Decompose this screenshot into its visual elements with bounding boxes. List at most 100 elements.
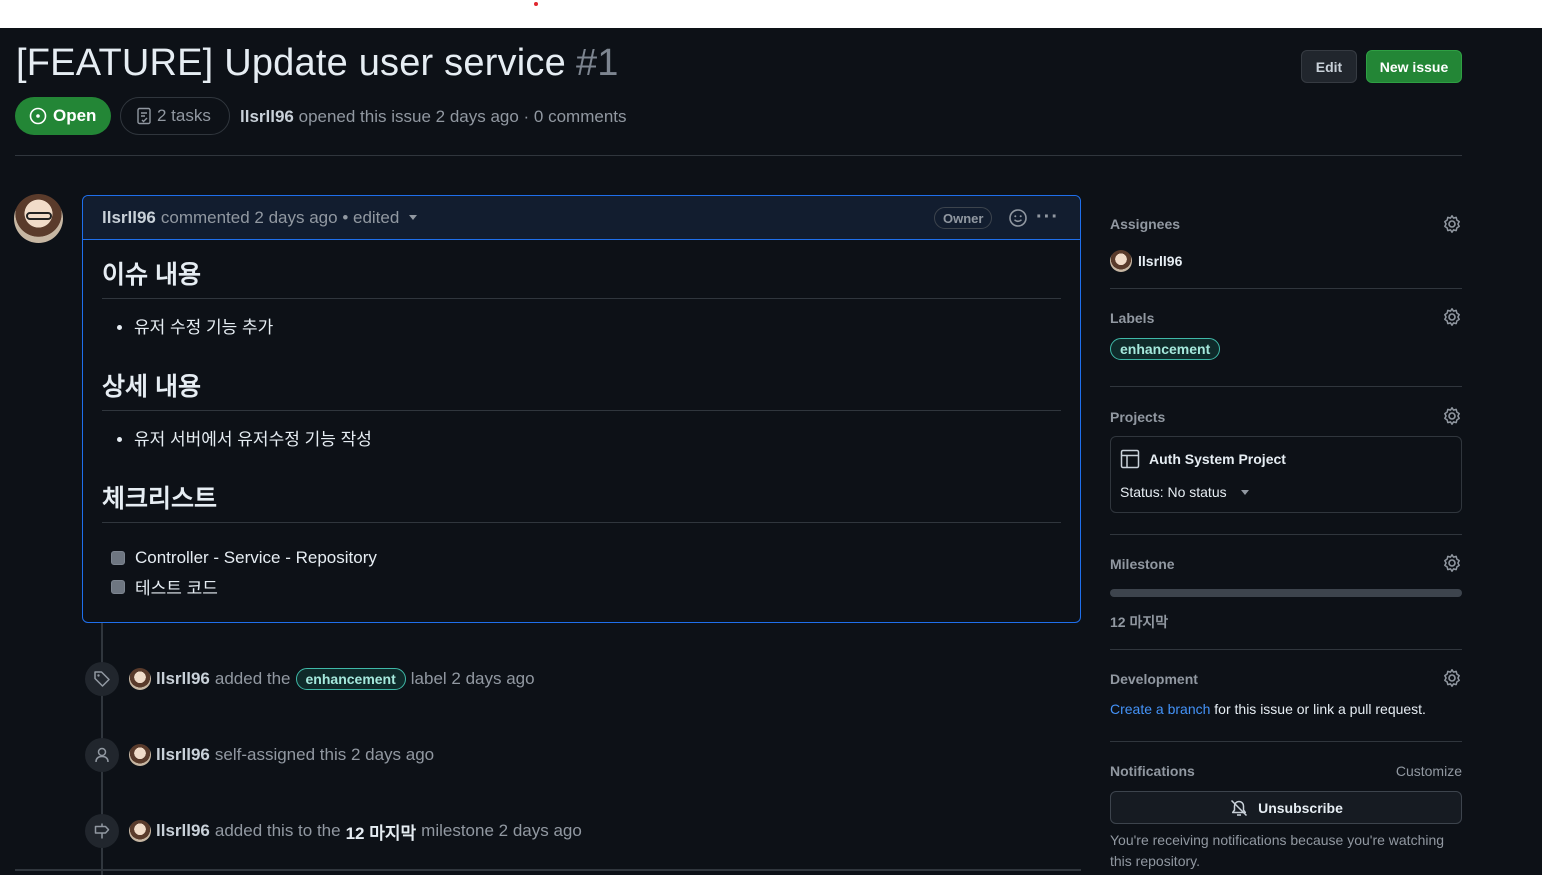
development-rest-text: for this issue or link a pull request. xyxy=(1214,701,1426,717)
milestone-link[interactable]: 12 마지막 xyxy=(346,819,417,844)
comment-header: llsrll96 commented 2 days ago • edited O… xyxy=(83,196,1080,240)
new-issue-button[interactable]: New issue xyxy=(1366,50,1462,83)
section-heading: 이슈 내용 xyxy=(102,240,1061,299)
task-checkbox[interactable] xyxy=(111,579,125,594)
event-user-link[interactable]: llsrll96 xyxy=(156,745,210,765)
unsubscribe-button[interactable]: Unsubscribe xyxy=(1110,791,1462,824)
table-icon xyxy=(1120,449,1140,469)
checklist-item: Controller - Service - Repository xyxy=(102,543,1061,572)
issue-title-text: [FEATURE] Update user service xyxy=(16,42,566,84)
header-divider xyxy=(15,155,1462,156)
comment-meta: commented 2 days ago • edited xyxy=(160,207,400,227)
timeline-event-milestone: llsrll96 added this to the 12 마지막 milest… xyxy=(85,814,582,848)
kebab-menu-icon[interactable]: ··· xyxy=(1036,207,1059,227)
development-section: Development Create a branch for this iss… xyxy=(1110,668,1462,717)
issue-author-link[interactable]: llsrll96 xyxy=(240,107,294,126)
avatar[interactable] xyxy=(129,820,151,842)
create-branch-link[interactable]: Create a branch xyxy=(1110,701,1210,717)
bullet-item: 유저 수정 기능 추가 xyxy=(134,313,1061,338)
comment-author-avatar[interactable] xyxy=(14,194,63,243)
labels-section: Labels enhancement xyxy=(1110,307,1462,360)
issue-number: #1 xyxy=(575,42,619,84)
tasks-pill[interactable]: 2 tasks xyxy=(120,97,230,135)
event-text: added the xyxy=(214,669,291,688)
unsubscribe-label: Unsubscribe xyxy=(1258,799,1343,816)
sidebar-divider xyxy=(1110,288,1462,289)
open-state-badge: Open xyxy=(15,97,111,135)
event-text: label 2 days ago xyxy=(410,669,535,688)
labels-title: Labels xyxy=(1110,310,1155,326)
bell-slash-icon xyxy=(1231,799,1248,816)
notification-reason-text: You're receiving notifications because y… xyxy=(1110,832,1445,869)
browser-top-strip xyxy=(0,0,1542,28)
project-name-row: Auth System Project xyxy=(1120,449,1452,469)
tasklist-icon xyxy=(137,107,151,125)
sidebar-divider xyxy=(1110,534,1462,535)
section-heading: 상세 내용 xyxy=(102,352,1061,411)
sidebar-divider xyxy=(1110,649,1462,650)
comment-body: 이슈 내용 유저 수정 기능 추가 상세 내용 유저 서버에서 유저수정 기능 … xyxy=(83,240,1080,601)
issue-open-icon xyxy=(29,107,47,125)
project-name: Auth System Project xyxy=(1149,451,1286,467)
gear-icon[interactable] xyxy=(1442,406,1462,426)
avatar[interactable] xyxy=(129,668,151,690)
issue-meta: llsrll96 opened this issue 2 days ago · … xyxy=(240,107,627,127)
sidebar-divider xyxy=(1110,386,1462,387)
sidebar-divider xyxy=(1110,741,1462,742)
avatar-glasses xyxy=(26,212,52,220)
avatar[interactable] xyxy=(129,744,151,766)
assignees-section: Assignees llsrll96 xyxy=(1110,214,1462,272)
tasks-label: 2 tasks xyxy=(157,106,211,125)
bullet-list: 유저 서버에서 유저수정 기능 작성 xyxy=(102,411,1061,464)
milestone-section: Milestone 12 마지막 xyxy=(1110,553,1462,632)
checklist-item: 테스트 코드 xyxy=(102,572,1061,601)
smiley-icon[interactable] xyxy=(1008,208,1028,228)
development-text: Create a branch for this issue or link a… xyxy=(1110,701,1462,717)
timeline-event-label: llsrll96 added the enhancement label 2 d… xyxy=(85,662,535,696)
projects-title: Projects xyxy=(1110,409,1166,425)
gear-icon[interactable] xyxy=(1442,307,1462,327)
notifications-section: Notifications Customize Unsubscribe You'… xyxy=(1110,763,1462,872)
chevron-down-icon xyxy=(1240,489,1249,495)
person-icon xyxy=(85,738,119,772)
edit-button[interactable]: Edit xyxy=(1301,50,1357,83)
section-heading: 체크리스트 xyxy=(102,464,1061,523)
event-text: added this to the xyxy=(214,821,341,840)
red-dot xyxy=(534,2,538,6)
enhancement-label[interactable]: enhancement xyxy=(295,668,406,690)
bullet-list: 유저 수정 기능 추가 xyxy=(102,299,1061,352)
gear-icon[interactable] xyxy=(1442,668,1462,688)
assignee-item[interactable]: llsrll96 xyxy=(1110,250,1462,272)
checklist-text: Controller - Service - Repository xyxy=(135,547,377,567)
issue-comment: llsrll96 commented 2 days ago • edited O… xyxy=(82,195,1081,623)
event-user-link[interactable]: llsrll96 xyxy=(156,669,210,689)
project-status-text: Status: No status xyxy=(1120,484,1227,500)
comment-author-link[interactable]: llsrll96 xyxy=(102,208,156,228)
gear-icon[interactable] xyxy=(1442,553,1462,573)
assignee-name: llsrll96 xyxy=(1138,253,1183,269)
bullet-item: 유저 서버에서 유저수정 기능 작성 xyxy=(134,425,1061,450)
assignees-title: Assignees xyxy=(1110,216,1181,232)
milestone-progress-bar xyxy=(1110,589,1462,597)
timeline-event-assign: llsrll96 self-assigned this 2 days ago xyxy=(85,738,434,772)
issue-meta-text: opened this issue 2 days ago · 0 comment… xyxy=(298,107,627,126)
event-user-link[interactable]: llsrll96 xyxy=(156,821,210,841)
task-checkbox[interactable] xyxy=(111,550,125,565)
state-label: Open xyxy=(53,106,97,125)
project-status-dropdown[interactable]: Status: No status xyxy=(1120,484,1452,500)
customize-link[interactable]: Customize xyxy=(1396,763,1462,779)
milestone-name-link[interactable]: 12 마지막 xyxy=(1110,612,1462,632)
development-title: Development xyxy=(1110,671,1198,687)
milestone-title: Milestone xyxy=(1110,556,1175,572)
checklist-text: 테스트 코드 xyxy=(135,579,218,598)
edited-dropdown-icon[interactable] xyxy=(409,215,418,220)
projects-section: Projects Auth System Project Status: No … xyxy=(1110,406,1462,513)
issue-page: [FEATURE] Update user service #1 Edit New… xyxy=(0,28,1542,875)
project-card[interactable]: Auth System Project Status: No status xyxy=(1110,436,1462,513)
tag-icon xyxy=(85,662,119,696)
gear-icon[interactable] xyxy=(1442,214,1462,234)
event-text: milestone 2 days ago xyxy=(421,821,582,840)
timeline-bottom-divider xyxy=(15,869,1081,871)
enhancement-label[interactable]: enhancement xyxy=(1110,338,1221,360)
avatar xyxy=(1110,250,1132,272)
